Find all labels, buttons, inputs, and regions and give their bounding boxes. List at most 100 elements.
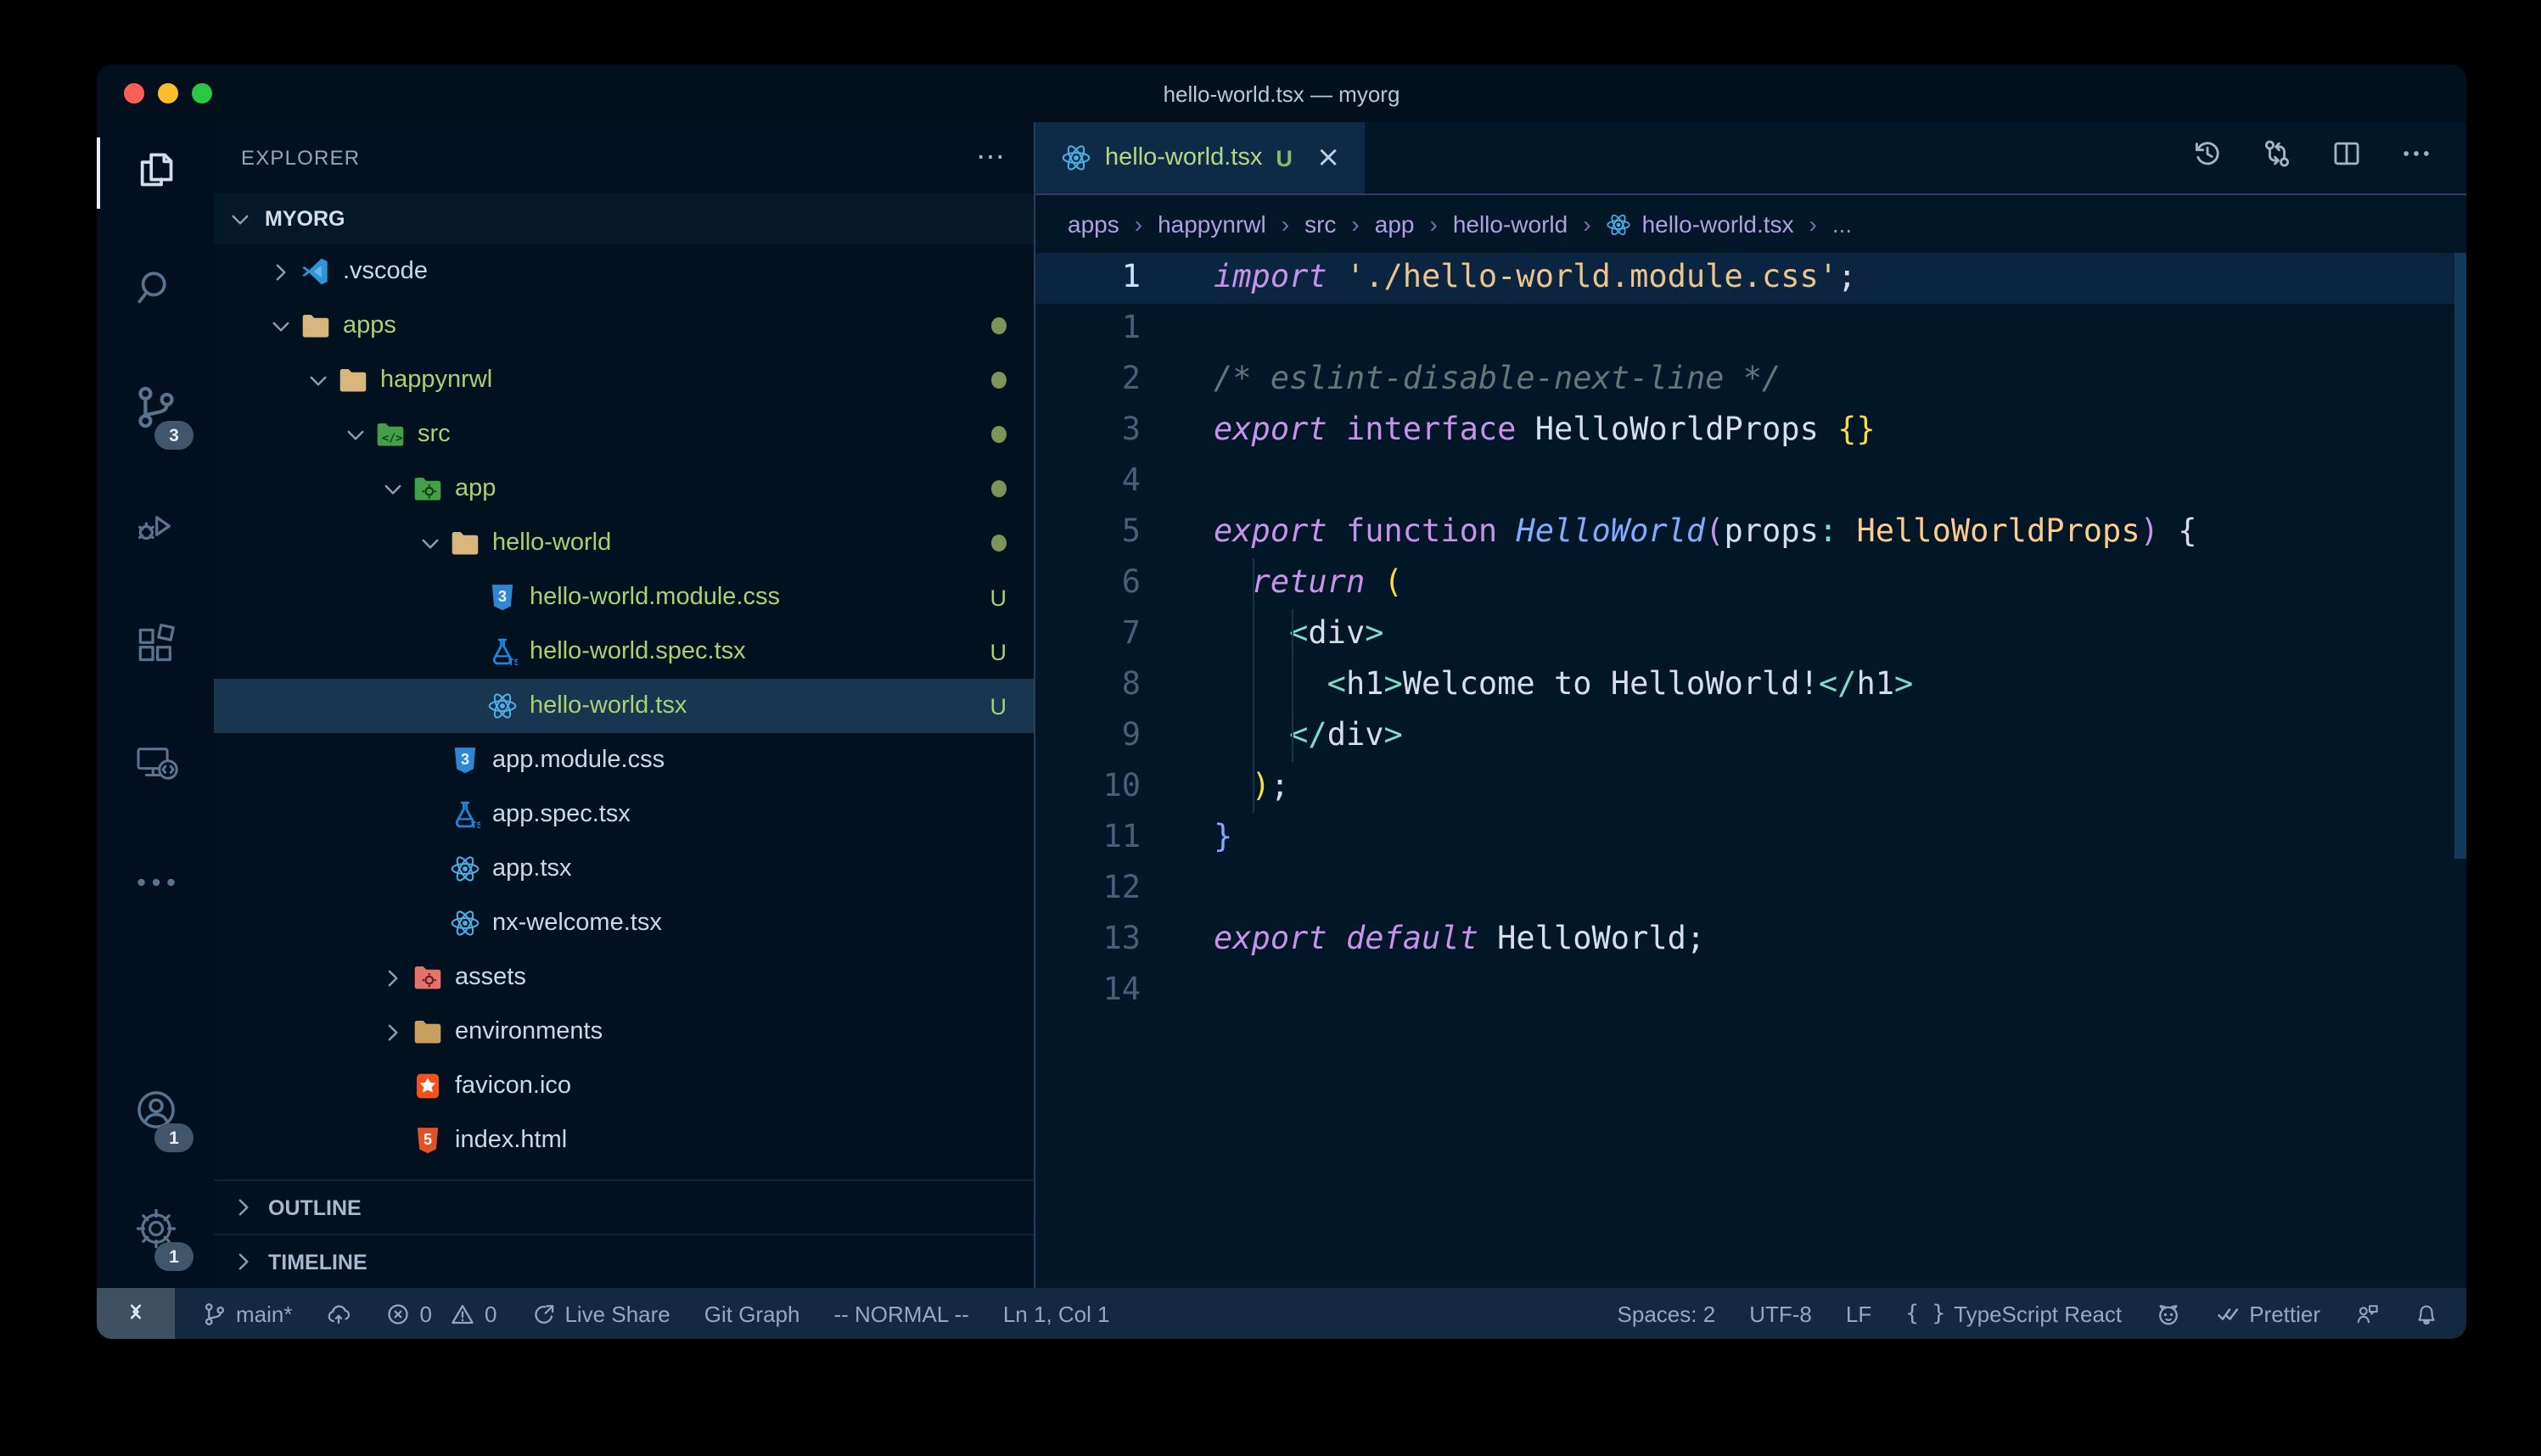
vim-mode[interactable]: -- NORMAL -- — [833, 1301, 968, 1326]
tree-item[interactable]: apps — [214, 299, 1034, 353]
window-controls — [97, 83, 212, 104]
line-number: 11 — [1035, 813, 1141, 864]
tree-item[interactable]: hello-world.tsxU — [214, 679, 1034, 733]
breadcrumb-item[interactable]: ... — [1832, 210, 1852, 238]
code-editor[interactable]: 1import './hello-world.module.css';12/* … — [1035, 253, 2466, 1288]
feedback[interactable] — [2354, 1301, 2380, 1326]
cursor-position[interactable]: Ln 1, Col 1 — [1003, 1301, 1110, 1326]
activity-settings[interactable]: 1 — [97, 1173, 214, 1291]
tree-item[interactable]: 3app.module.css — [214, 733, 1034, 787]
github[interactable] — [2156, 1301, 2181, 1326]
minimize-window-button[interactable] — [158, 83, 178, 104]
prettier[interactable]: Prettier — [2215, 1301, 2320, 1326]
close-tab-button[interactable]: × — [1316, 141, 1341, 175]
tree-item-label: favicon.ico — [455, 1072, 571, 1100]
editor-scrollbar[interactable] — [2454, 253, 2466, 859]
activity-source-control[interactable]: 3 — [97, 351, 214, 470]
breadcrumb-item[interactable]: apps — [1068, 210, 1119, 238]
activity-remote-explorer[interactable] — [97, 708, 214, 826]
status-label: UTF-8 — [1749, 1301, 1812, 1326]
activity-run-debug[interactable] — [97, 470, 214, 589]
svg-text:</>: </> — [381, 432, 401, 445]
svg-text:TS: TS — [508, 658, 517, 667]
chevron-down-icon — [227, 205, 258, 232]
status-label: TypeScript React — [1954, 1301, 2122, 1326]
line-number: 2 — [1035, 355, 1141, 406]
panel-label: TIMELINE — [268, 1250, 367, 1274]
more-actions-button[interactable] — [2400, 137, 2432, 178]
tree-item-label: .vscode — [343, 258, 428, 285]
activity-badge: 1 — [154, 1242, 194, 1271]
tree-item[interactable]: 5index.html — [214, 1113, 1034, 1168]
folder-tan-icon — [336, 364, 368, 396]
code-line: 5export function HelloWorld(props: Hello… — [1035, 507, 2466, 558]
problems[interactable]: 00 — [386, 1301, 497, 1326]
tree-item[interactable]: nx-welcome.tsx — [214, 896, 1034, 950]
tree-item[interactable]: happynrwl — [214, 353, 1034, 407]
git-modified-dot — [991, 426, 1007, 443]
activity-more-views[interactable] — [97, 826, 214, 945]
git-untracked-badge: U — [990, 639, 1007, 664]
language-mode[interactable]: { }TypeScript React — [1905, 1301, 2122, 1326]
explorer-sidebar: EXPLORER ⋯ MYORG .vscodeappshappynrwl</>… — [214, 122, 1035, 1288]
sync-changes[interactable] — [327, 1301, 352, 1326]
tree-item[interactable]: TSapp.spec.tsx — [214, 787, 1034, 842]
tree-item[interactable]: environments — [214, 1005, 1034, 1059]
remote-indicator[interactable] — [97, 1288, 175, 1339]
workspace-name: MYORG — [265, 207, 345, 231]
breadcrumb-item[interactable]: happynrwl — [1158, 210, 1266, 238]
tab-hello-world-tsx[interactable]: hello-world.tsx U × — [1035, 122, 1364, 193]
split-editor-button[interactable] — [2331, 137, 2363, 178]
notifications[interactable] — [2414, 1301, 2439, 1326]
eol-sequence[interactable]: LF — [1846, 1301, 1871, 1326]
indentation[interactable]: Spaces: 2 — [1618, 1301, 1716, 1326]
chevron-right-icon — [380, 1018, 411, 1045]
tree-item-label: app.spec.tsx — [492, 801, 631, 828]
tree-item[interactable]: hello-world — [214, 516, 1034, 570]
breadcrumb-item[interactable]: hello-world.tsx — [1607, 210, 1794, 238]
git-branch[interactable]: main* — [202, 1301, 293, 1326]
explorer-more-actions-button[interactable]: ⋯ — [976, 149, 1007, 166]
react-icon — [1059, 142, 1091, 174]
activity-explorer[interactable] — [97, 114, 214, 232]
tree-item[interactable]: .vscode — [214, 244, 1034, 299]
status-label: 0 — [485, 1301, 496, 1326]
window-title: hello-world.tsx — myorg — [97, 81, 2466, 106]
tree-item-label: index.html — [455, 1127, 567, 1154]
breadcrumb-item[interactable]: app — [1375, 210, 1415, 238]
tree-item-label: hello-world.spec.tsx — [530, 638, 746, 665]
tree-item[interactable]: app.tsx — [214, 842, 1034, 896]
status-label: LF — [1846, 1301, 1871, 1326]
tree-item[interactable]: favicon.ico — [214, 1059, 1034, 1113]
breadcrumb: apps›happynrwl›src›app›hello-world›hello… — [1035, 195, 2466, 253]
panel-label: OUTLINE — [268, 1196, 362, 1219]
tree-item[interactable]: 3hello-world.module.cssU — [214, 570, 1034, 624]
activity-extensions[interactable] — [97, 589, 214, 708]
tree-item[interactable]: assets — [214, 950, 1034, 1005]
breadcrumb-item[interactable]: src — [1304, 210, 1336, 238]
tree-item-label: app.module.css — [492, 747, 665, 774]
remote-icon — [132, 739, 179, 795]
line-number: 1 — [1035, 304, 1141, 355]
chevron-right-icon — [380, 964, 411, 991]
files-icon — [132, 145, 179, 201]
activity-search[interactable] — [97, 232, 214, 351]
line-number: 7 — [1035, 609, 1141, 660]
tree-item[interactable]: </>src — [214, 407, 1034, 462]
activity-accounts[interactable]: 1 — [97, 1054, 214, 1173]
breadcrumb-item[interactable]: hello-world — [1453, 210, 1568, 238]
zoom-window-button[interactable] — [192, 83, 212, 104]
test-icon: TS — [485, 636, 518, 668]
encoding[interactable]: UTF-8 — [1749, 1301, 1812, 1326]
live-share[interactable]: Live Share — [530, 1301, 670, 1326]
tree-item-label: app.tsx — [492, 855, 572, 882]
panel-timeline[interactable]: TIMELINE — [214, 1234, 1034, 1288]
panel-outline[interactable]: OUTLINE — [214, 1179, 1034, 1234]
timeline-history-button[interactable] — [2191, 137, 2224, 178]
tree-item[interactable]: app — [214, 462, 1034, 516]
open-changes-button[interactable] — [2261, 137, 2293, 178]
git-graph[interactable]: Git Graph — [704, 1301, 800, 1326]
workspace-section-header[interactable]: MYORG — [214, 193, 1034, 244]
tree-item[interactable]: TS hello-world.spec.tsx U — [214, 624, 1034, 679]
close-window-button[interactable] — [124, 83, 144, 104]
